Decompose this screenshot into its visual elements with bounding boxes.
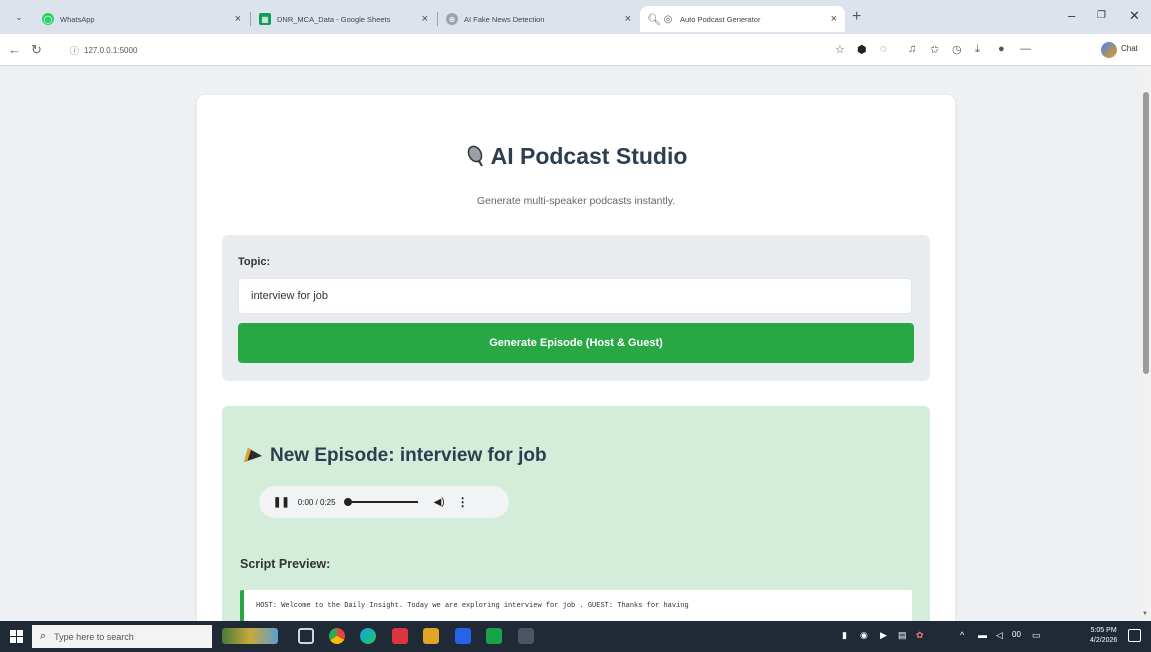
tab-title: Auto Podcast Generator	[680, 14, 761, 24]
tab-title: DNR_MCA_Data - Google Sheets	[277, 14, 391, 24]
app-title-text: AI Podcast Studio	[490, 143, 688, 169]
audio-more-icon[interactable]: ⋮	[457, 495, 469, 509]
search-placeholder: Type here to search	[54, 631, 134, 642]
windows-taskbar: ⌕ Type here to search ▮ ◉ ▶ ▤ ✿ ^ ▬ ◁ 00…	[0, 621, 1151, 652]
search-icon: ⌕	[40, 630, 47, 642]
wps-office-icon[interactable]	[392, 628, 408, 644]
extension-icon[interactable]: ♫	[908, 43, 916, 55]
url-text: 127.0.0.1:5000	[84, 45, 138, 55]
audio-playing-icon: ◎	[663, 13, 673, 25]
edge-icon[interactable]	[360, 628, 376, 644]
tray-settings-icon[interactable]: ✿	[916, 630, 924, 641]
topic-label: Topic:	[238, 256, 271, 268]
tab-close-icon[interactable]: ×	[831, 13, 837, 25]
volume-icon[interactable]: ◀)	[434, 497, 445, 508]
audio-player[interactable]: ❚❚ 0:00 / 0:25 ◀) ⋮	[259, 486, 509, 518]
taskbar-clock[interactable]: 5:05 PM 4/2/2026	[1090, 626, 1117, 646]
extension-icon[interactable]: ◌	[880, 43, 887, 55]
page-subtitle: Generate multi-speaker podcasts instantl…	[476, 195, 676, 207]
main-card: AI Podcast Studio Generate multi-speaker…	[197, 95, 955, 621]
volume-icon[interactable]: ◁	[996, 630, 1003, 641]
reload-icon[interactable]: ↻	[31, 42, 42, 58]
tray-camera-icon[interactable]: ◉	[860, 630, 868, 641]
favorites-icon[interactable]: ✩	[930, 43, 939, 56]
chat-label[interactable]: Chat	[1121, 44, 1138, 53]
taskbar-search[interactable]: ⌕ Type here to search	[32, 625, 212, 648]
tab-search-chevron-icon[interactable]: ⌄	[10, 9, 28, 25]
tab-title: WhatsApp	[60, 14, 95, 24]
restore-button[interactable]: ❐	[1097, 10, 1106, 21]
page-title: AI Podcast Studio	[197, 143, 955, 173]
magnifier-icon: 🔍︎	[647, 13, 661, 26]
browser-tab-strip: ⌄ ◯ WhatsApp × ▦ DNR_MCA_Data - Google S…	[0, 0, 1151, 34]
windows-start-icon[interactable]	[10, 630, 23, 643]
generate-episode-button[interactable]: Generate Episode (Host & Guest)	[238, 323, 914, 363]
audio-progress-slider[interactable]	[343, 498, 418, 506]
episode-result: New Episode: interview for job ❚❚ 0:00 /…	[222, 406, 930, 621]
microphone-icon	[465, 145, 485, 173]
clock-date: 4/2/2026	[1090, 637, 1118, 644]
new-tab-button[interactable]: +	[852, 8, 861, 26]
generate-form: Topic: Generate Episode (Host & Guest)	[222, 235, 930, 381]
file-explorer-icon[interactable]	[423, 628, 439, 644]
tab-close-icon[interactable]: ×	[625, 13, 631, 25]
tray-chevron-up-icon[interactable]: ^	[960, 630, 964, 640]
tab-close-icon[interactable]: ×	[235, 13, 241, 25]
terminal-icon[interactable]	[518, 628, 534, 644]
scroll-down-arrow-icon[interactable]: ▼	[1142, 611, 1148, 617]
more-menu-icon[interactable]: —	[1020, 43, 1031, 55]
chrome-icon[interactable]	[329, 628, 345, 644]
weather-widget-icon[interactable]	[222, 628, 278, 644]
clock-time: 5:05 PM	[1090, 627, 1117, 634]
episode-title: New Episode: interview for job	[242, 444, 547, 470]
globe-icon: ⊕	[446, 13, 458, 25]
whatsapp-icon: ◯	[42, 13, 54, 25]
google-sheets-icon: ▦	[259, 13, 271, 25]
topic-input[interactable]	[238, 278, 912, 314]
page-viewport: AI Podcast Studio Generate multi-speaker…	[0, 66, 1151, 621]
bookmark-star-icon[interactable]: ☆	[835, 43, 845, 56]
browser-toolbar: ← ↻ ⓘ 127.0.0.1:5000 ☆ ⬢ ◌ ♫ ✩ ◷ ⤓ ● — C…	[0, 34, 1151, 66]
downloads-icon[interactable]: ⤓	[975, 43, 980, 56]
account-icon[interactable]: ●	[998, 43, 1005, 55]
clapper-icon	[242, 444, 264, 470]
task-view-icon[interactable]	[298, 628, 314, 644]
tab-google-sheets[interactable]: ▦ DNR_MCA_Data - Google Sheets ×	[251, 6, 436, 32]
tab-close-icon[interactable]: ×	[422, 13, 428, 25]
notepad-icon[interactable]	[486, 628, 502, 644]
scrollbar-thumb[interactable]	[1143, 92, 1149, 374]
tab-podcast-generator[interactable]: 🔍︎ ◎ Auto Podcast Generator ×	[640, 6, 845, 32]
tab-fake-news[interactable]: ⊕ AI Fake News Detection ×	[438, 6, 639, 32]
extension-icon[interactable]: ⬢	[857, 43, 867, 56]
address-bar[interactable]: ⓘ 127.0.0.1:5000	[70, 41, 830, 59]
network-icon[interactable]: ▬	[978, 630, 987, 640]
script-preview: HOST: Welcome to the Daily Insight. Toda…	[240, 590, 912, 621]
pause-icon[interactable]: ❚❚	[273, 497, 290, 508]
site-info-icon[interactable]: ⓘ	[70, 44, 79, 57]
tray-app-icon[interactable]: ▮	[842, 630, 847, 641]
close-window-button[interactable]: ✕	[1129, 8, 1140, 24]
back-arrow-icon[interactable]: ←	[8, 42, 21, 57]
copilot-icon[interactable]	[1101, 42, 1117, 58]
language-icon[interactable]: 00	[1012, 630, 1021, 639]
notification-center-icon[interactable]	[1128, 629, 1141, 642]
minimize-button[interactable]: –	[1068, 8, 1075, 23]
page-scrollbar[interactable]: ▼	[1141, 66, 1151, 621]
tray-video-icon[interactable]: ▶	[880, 630, 887, 641]
keyboard-icon[interactable]: ▭	[1032, 630, 1041, 641]
script-preview-label: Script Preview:	[240, 557, 331, 571]
tab-title: AI Fake News Detection	[464, 14, 545, 24]
audio-time: 0:00 / 0:25	[297, 497, 336, 507]
history-icon[interactable]: ◷	[952, 43, 962, 56]
episode-title-text: New Episode: interview for job	[270, 445, 547, 466]
tab-whatsapp[interactable]: ◯ WhatsApp ×	[34, 6, 249, 32]
tray-clipboard-icon[interactable]: ▤	[898, 630, 907, 641]
anaconda-icon[interactable]	[455, 628, 471, 644]
